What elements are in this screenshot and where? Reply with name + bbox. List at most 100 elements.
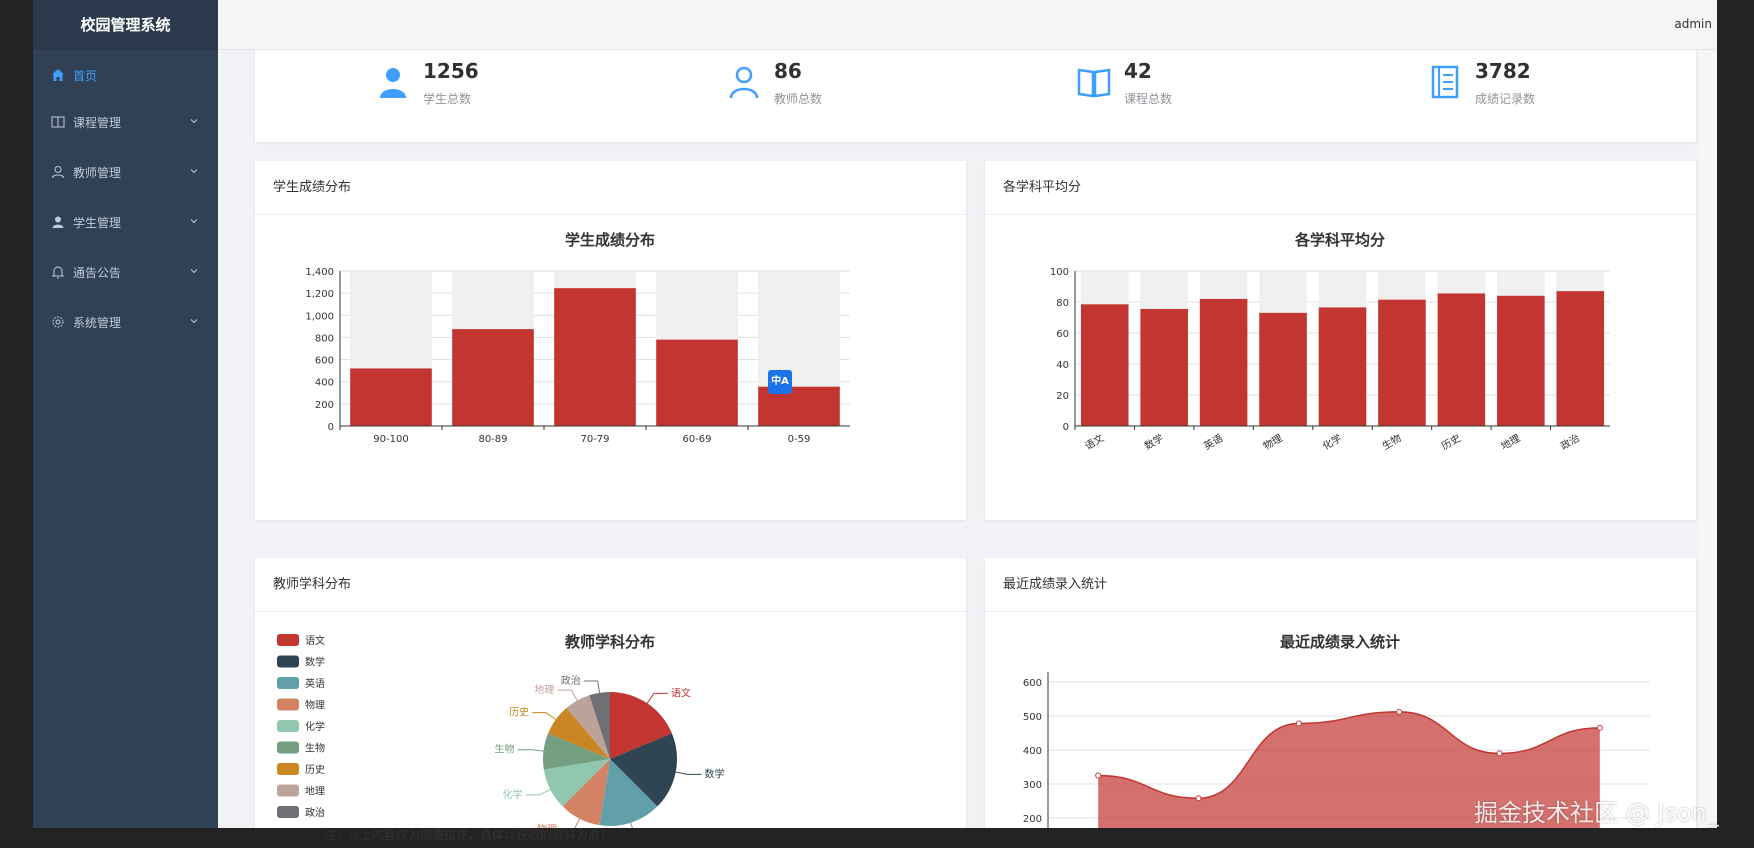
chart-title: 各学科平均分 — [1294, 231, 1385, 249]
x-tick-label: 政治 — [1558, 431, 1582, 452]
book-icon — [51, 115, 65, 129]
y-tick-label: 400 — [1023, 746, 1042, 757]
bar — [1080, 304, 1129, 426]
sidebar-item-home[interactable]: 首页 — [33, 50, 218, 100]
bar — [350, 368, 432, 426]
x-tick-label: 80-89 — [478, 434, 507, 445]
legend-label: 地理 — [305, 785, 325, 798]
data-point — [1496, 750, 1503, 757]
card-title: 学生成绩分布 — [255, 161, 966, 215]
watermark: 掘金技术社区 @ Json_ — [1474, 799, 1719, 827]
open-book-icon — [1077, 68, 1111, 98]
sidebar-item-courses[interactable]: 课程管理 — [33, 97, 218, 147]
gear-icon — [51, 315, 65, 329]
sidebar-item-label: 首页 — [73, 68, 98, 83]
legend-label: 政治 — [305, 806, 325, 819]
chevron-down-icon — [188, 165, 200, 177]
score-dist-chart: 学生成绩分布 0 200 400 600 800 1,000 1,200 1,400 90-100… — [305, 231, 850, 445]
chart-title: 学生成绩分布 — [565, 231, 655, 249]
x-tick-label: 70-79 — [580, 434, 609, 445]
bar — [1199, 298, 1248, 426]
legend-swatch — [277, 720, 299, 732]
sidebar: 校园管理系统 首页 课程管理 教师管理 学生管理 通告公告 系统管理 — [33, 0, 218, 828]
data-point — [1596, 724, 1603, 731]
legend-swatch — [277, 806, 299, 818]
pie-label-line — [525, 788, 551, 796]
y-tick-label: 20 — [1056, 391, 1069, 402]
data-point — [1195, 795, 1202, 802]
sidebar-item-notices[interactable]: 通告公告 — [33, 247, 218, 297]
legend-swatch — [277, 655, 299, 668]
pie-label: 化学 — [503, 788, 523, 801]
chevron-down-icon — [188, 115, 200, 127]
sidebar-item-system[interactable]: 系统管理 — [33, 297, 218, 347]
pie-label: 语文 — [671, 686, 691, 699]
chevron-down-icon — [188, 215, 200, 227]
x-tick-label: 60-69 — [682, 434, 711, 445]
y-tick-label: 500 — [1023, 712, 1042, 723]
user-solid-icon — [380, 68, 406, 98]
screen: 校园管理系统 首页 课程管理 教师管理 学生管理 通告公告 系统管理 admin… — [0, 0, 1754, 848]
y-tick-label: 400 — [315, 378, 334, 389]
pie-label: 英语 — [651, 827, 671, 828]
stat-teachers: 86 教师总数 — [726, 58, 822, 107]
stats-card: 1256 学生总数 86 教师总数 42 课程总数 3782 成绩记录数 — [255, 50, 1696, 142]
legend-swatch — [277, 698, 299, 711]
stat-students: 1256 学生总数 — [375, 58, 479, 107]
sidebar-item-teachers[interactable]: 教师管理 — [33, 147, 218, 197]
data-point — [1095, 772, 1102, 779]
stat-records: 3782 成绩记录数 — [1427, 58, 1535, 107]
bar — [1497, 295, 1545, 426]
pie-label: 地理 — [534, 683, 554, 696]
user-outline-icon — [729, 66, 759, 99]
recent-entry-card: 最近成绩录入统计 最近成绩录入统计 200 300 400 500 600 — [985, 558, 1696, 828]
pie-label: 生物 — [495, 743, 515, 756]
sidebar-item-students[interactable]: 学生管理 — [33, 197, 218, 247]
scrollbar-track[interactable] — [1699, 50, 1717, 828]
chevron-down-icon — [188, 265, 200, 277]
y-tick-label: 200 — [1023, 814, 1042, 825]
pie-label-line — [630, 822, 633, 828]
legend-label: 数学 — [305, 656, 325, 669]
sidebar-item-label: 系统管理 — [73, 315, 122, 330]
translate-icon[interactable]: 中A — [768, 370, 792, 394]
notebook-icon — [1431, 65, 1459, 99]
bar — [1259, 312, 1307, 426]
legend-swatch — [277, 677, 299, 689]
stat-value: 86 — [774, 59, 802, 83]
legend-label: 语文 — [305, 634, 325, 647]
y-tick-label: 0 — [1063, 422, 1069, 433]
bar — [1556, 291, 1605, 426]
home-icon — [51, 68, 65, 82]
pie-label: 数学 — [704, 767, 724, 780]
pie-label: 历史 — [509, 707, 529, 719]
stat-label: 教师总数 — [774, 92, 823, 106]
y-tick-label: 1,400 — [305, 267, 334, 278]
x-tick-label: 90-100 — [373, 434, 408, 445]
stat-value: 42 — [1124, 59, 1152, 83]
teacher-dist-card: 教师学科分布 教师学科分布语文数学英语物理化学生物历史地理政治语文数学英语物理化… — [255, 558, 966, 828]
sidebar-item-label: 通告公告 — [73, 265, 122, 280]
subject-avg-chart: 各学科平均分 0 20 40 60 80 100 语文 数学 英语 物理 化学 生物 历史 地理 政治 — [1050, 231, 1610, 453]
y-tick-label: 1,000 — [305, 311, 334, 322]
legend-swatch — [277, 634, 299, 646]
user-name[interactable]: admin — [1674, 17, 1712, 31]
legend-swatch — [277, 741, 299, 754]
y-tick-label: 80 — [1056, 298, 1069, 309]
x-tick-label: 数学 — [1142, 431, 1166, 452]
app-title: 校园管理系统 — [33, 0, 218, 50]
x-tick-label: 化学 — [1320, 431, 1344, 452]
card-title: 各学科平均分 — [985, 161, 1696, 215]
bell-icon — [51, 265, 65, 279]
card-title: 最近成绩录入统计 — [985, 558, 1696, 612]
main-content: 1256 学生总数 86 教师总数 42 课程总数 3782 成绩记录数 学生成绩分布 — [218, 50, 1699, 828]
pie-label-line — [517, 749, 544, 752]
x-tick-label: 0-59 — [788, 434, 811, 445]
top-header: admin — [218, 0, 1717, 50]
y-tick-label: 100 — [1050, 267, 1069, 278]
y-tick-label: 0 — [328, 422, 334, 433]
data-point — [1396, 708, 1403, 715]
chevron-down-icon — [188, 315, 200, 327]
y-tick-label: 800 — [315, 333, 334, 344]
y-tick-label: 600 — [315, 356, 334, 367]
